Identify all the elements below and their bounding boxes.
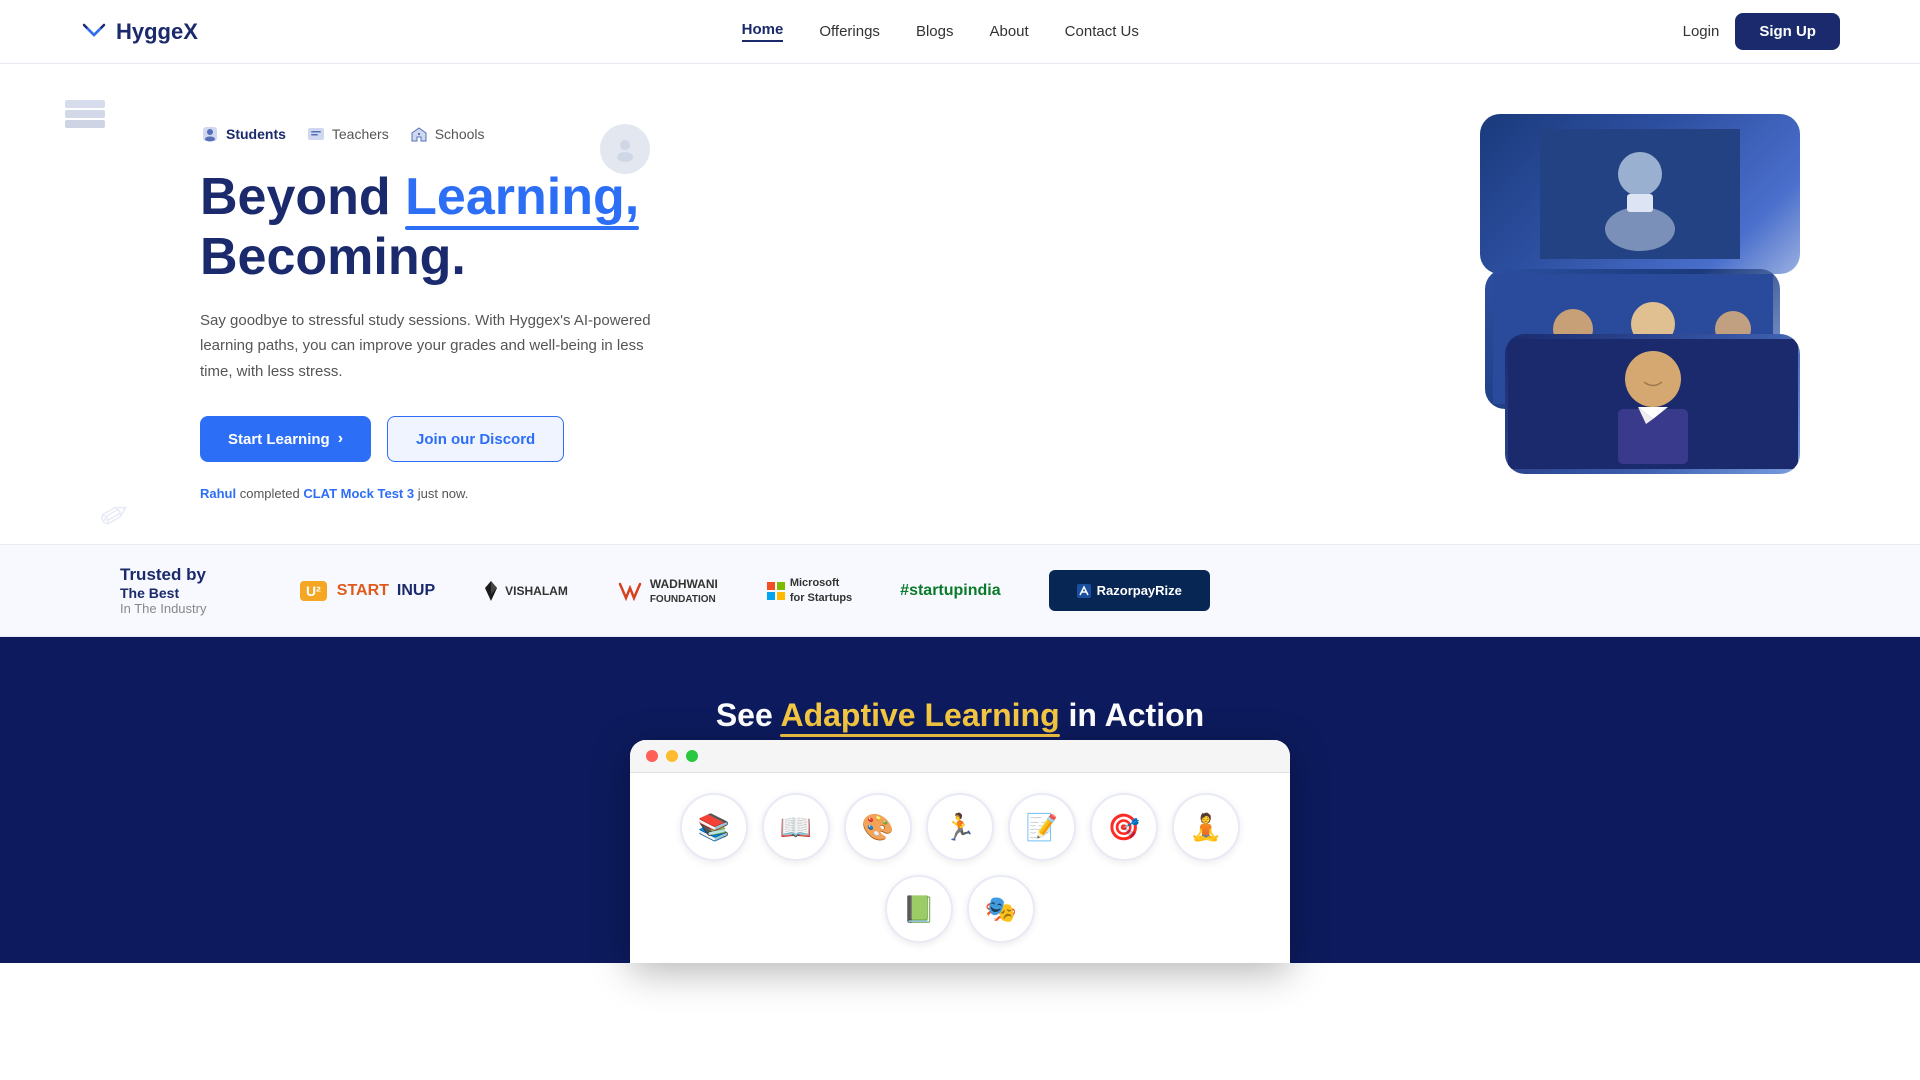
- signup-button[interactable]: Sign Up: [1735, 13, 1840, 50]
- hero-title-highlight: Learning,: [405, 168, 639, 226]
- logo-wadhwani: WADHWANIFOUNDATION: [616, 577, 718, 605]
- logo[interactable]: HyggeX: [80, 19, 198, 45]
- tab-schools-label: Schools: [435, 126, 485, 142]
- browser-content: 📚 📖 🎨 🏃 📝 🎯 🧘 📗 🎭: [630, 773, 1290, 963]
- hero-tabs: Students Teachers: [200, 124, 660, 144]
- browser-icon-target: 🎯: [1090, 793, 1158, 861]
- hero-section: Students Teachers: [0, 64, 1920, 544]
- mock-browser: 📚 📖 🎨 🏃 📝 🎯 🧘 📗 🎭: [630, 740, 1290, 963]
- hero-title-part1: Beyond: [200, 168, 405, 226]
- hero-description: Say goodbye to stressful study sessions.…: [200, 308, 660, 385]
- stack-decoration: [60, 90, 110, 145]
- tab-teachers-label: Teachers: [332, 126, 389, 142]
- nav-blogs[interactable]: Blogs: [916, 23, 954, 40]
- browser-icon-books: 📖: [762, 793, 830, 861]
- tab-students[interactable]: Students: [200, 124, 286, 144]
- activity-text: completed: [240, 486, 304, 501]
- browser-dot-green: [686, 750, 698, 762]
- pencil-decoration: ✏: [92, 489, 139, 540]
- hero-image-3: [1505, 334, 1800, 474]
- hero-image-1: [1480, 114, 1800, 274]
- hero-title: Beyond Learning, Becoming.: [200, 168, 660, 288]
- trusted-logos: U² START INUP VISHALAM WADHWANIFOUNDATIO…: [300, 570, 1800, 611]
- activity-username[interactable]: Rahul: [200, 486, 236, 501]
- trusted-line1: Trusted by: [120, 565, 300, 585]
- start-learning-button[interactable]: Start Learning ›: [200, 416, 371, 462]
- browser-dot-yellow: [666, 750, 678, 762]
- browser-bar: [630, 740, 1290, 773]
- nav-offerings[interactable]: Offerings: [819, 23, 880, 40]
- browser-icon-art: 🎨: [844, 793, 912, 861]
- adaptive-highlight: Adaptive Learning: [780, 697, 1059, 733]
- login-button[interactable]: Login: [1683, 23, 1720, 40]
- logo-vishalam: VISHALAM: [483, 580, 568, 602]
- browser-icon-meditation: 🧘: [1172, 793, 1240, 861]
- trusted-strip: Trusted by The Best In The Industry U² S…: [0, 544, 1920, 637]
- hero-activity: Rahul completed CLAT Mock Test 3 just no…: [200, 486, 660, 501]
- schools-icon: [409, 124, 429, 144]
- nav-actions: Login Sign Up: [1683, 13, 1840, 50]
- nav-contact[interactable]: Contact Us: [1065, 23, 1139, 40]
- tab-schools[interactable]: Schools: [409, 124, 485, 144]
- browser-icon-book: 📗: [885, 875, 953, 943]
- nav-links: Home Offerings Blogs About Contact Us: [742, 21, 1139, 42]
- browser-icon-theater: 🎭: [967, 875, 1035, 943]
- hero-buttons: Start Learning › Join our Discord: [200, 416, 660, 462]
- trusted-line3: In The Industry: [120, 601, 300, 616]
- navbar: HyggeX Home Offerings Blogs About Contac…: [0, 0, 1920, 64]
- browser-icon-notes: 📝: [1008, 793, 1076, 861]
- mock-browser-wrapper: 📚 📖 🎨 🏃 📝 🎯 🧘 📗 🎭: [80, 740, 1840, 963]
- brand-name: HyggeX: [116, 19, 198, 45]
- teachers-icon: [306, 124, 326, 144]
- adaptive-section: See Adaptive Learning in Action ⟶ 📚 📖 🎨 …: [0, 637, 1920, 963]
- trusted-line2: The Best: [120, 585, 300, 601]
- browser-icon-reading: 📚: [680, 793, 748, 861]
- nav-about[interactable]: About: [989, 23, 1028, 40]
- students-icon: [200, 124, 220, 144]
- discord-button[interactable]: Join our Discord: [387, 416, 564, 462]
- logo-startupindia: #startupindia: [900, 582, 1000, 600]
- nav-home[interactable]: Home: [742, 21, 784, 42]
- arrow-right-icon: ›: [338, 430, 343, 448]
- logo-startinup: U² START INUP: [300, 581, 435, 601]
- browser-icon-run: 🏃: [926, 793, 994, 861]
- adaptive-title: See Adaptive Learning in Action: [80, 697, 1840, 734]
- hero-title-part2: Becoming.: [200, 228, 466, 286]
- image-stack: [1420, 114, 1800, 474]
- logo-microsoft: Microsoft for Startups: [766, 576, 852, 605]
- hero-images: [1420, 114, 1800, 474]
- activity-suffix: just now.: [418, 486, 469, 501]
- tab-students-label: Students: [226, 126, 286, 142]
- activity-test[interactable]: CLAT Mock Test 3: [303, 486, 414, 501]
- trusted-label: Trusted by The Best In The Industry: [120, 565, 300, 616]
- logo-razorpay: RazorpayRize: [1049, 570, 1210, 611]
- hero-left: Students Teachers: [200, 114, 660, 501]
- tab-teachers[interactable]: Teachers: [306, 124, 389, 144]
- floating-avatar-decoration: [600, 124, 650, 174]
- browser-dot-red: [646, 750, 658, 762]
